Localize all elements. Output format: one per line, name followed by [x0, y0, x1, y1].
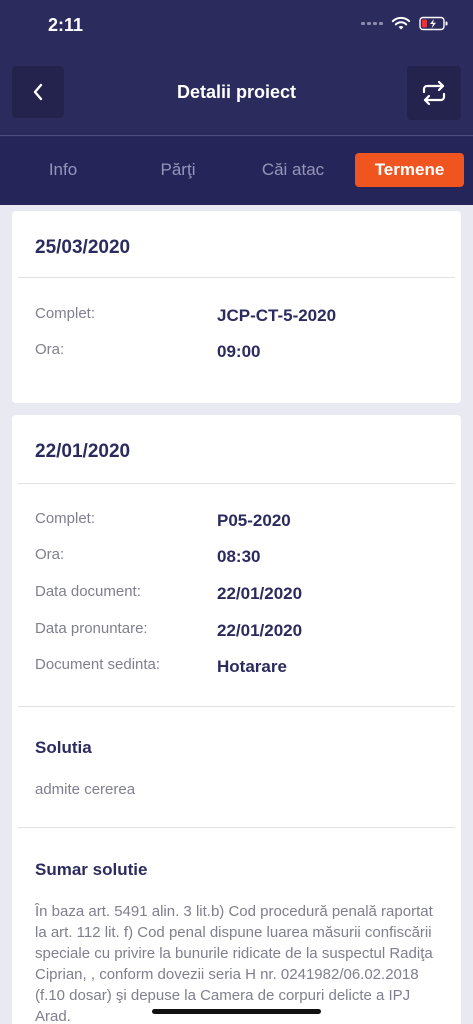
- status-time: 2:11: [48, 15, 84, 35]
- swap-button[interactable]: [407, 66, 461, 120]
- tab-parti[interactable]: Părţi: [133, 153, 223, 187]
- status-icons: [361, 16, 449, 31]
- solutia-text: admite cererea: [35, 781, 136, 798]
- field-value: 08:30: [217, 547, 261, 566]
- field-label: Document sedinta:: [35, 656, 161, 673]
- card-divider: [18, 706, 455, 707]
- hearing-date: 22/01/2020: [35, 441, 131, 462]
- cellular-signal-icon: [361, 22, 383, 25]
- battery-icon: [419, 16, 448, 31]
- tab-cai-atac[interactable]: Căi atac: [243, 153, 343, 187]
- swap-arrows-icon: [422, 80, 446, 106]
- field-value: P05-2020: [217, 511, 291, 530]
- tab-info[interactable]: Info: [18, 153, 108, 187]
- card-divider: [18, 483, 455, 484]
- sumar-text: În baza art. 5491 alin. 3 lit.b) Cod pro…: [35, 903, 433, 1024]
- field-value: 09:00: [217, 342, 261, 361]
- wifi-icon: [391, 16, 411, 30]
- tab-termene[interactable]: Termene: [355, 153, 464, 187]
- solutia-title: Solutia: [35, 738, 92, 757]
- hearing-card: 22/01/2020 Complet: P05-2020 Ora: 08:30 …: [12, 415, 461, 1024]
- card-divider: [18, 277, 455, 278]
- sumar-title: Sumar solutie: [35, 860, 148, 879]
- field-label: Data pronuntare:: [35, 620, 148, 637]
- field-value: JCP-CT-5-2020: [217, 306, 337, 325]
- hearing-card: 25/03/2020 Complet: JCP-CT-5-2020 Ora: 0…: [12, 211, 461, 403]
- card-divider: [18, 827, 455, 828]
- header-divider: [0, 135, 473, 136]
- field-value: Hotarare: [217, 657, 287, 676]
- status-bar: 2:11: [0, 0, 473, 50]
- field-label: Ora:: [35, 341, 65, 358]
- page-title: Detalii proiect: [176, 82, 297, 102]
- field-value: 22/01/2020: [217, 621, 303, 640]
- navigation-bar: Detalii proiect: [0, 66, 473, 122]
- field-value: 22/01/2020: [217, 584, 303, 603]
- hearing-date: 25/03/2020: [35, 237, 131, 258]
- field-label: Complet:: [35, 510, 96, 527]
- field-label: Data document:: [35, 583, 141, 600]
- header: 2:11 Detalii proiect Info Părţi Căi atac…: [0, 0, 473, 205]
- tab-bar: Info Părţi Căi atac Termene: [0, 137, 473, 205]
- field-label: Complet:: [35, 305, 96, 322]
- field-label: Ora:: [35, 546, 65, 563]
- home-indicator: [152, 1009, 321, 1014]
